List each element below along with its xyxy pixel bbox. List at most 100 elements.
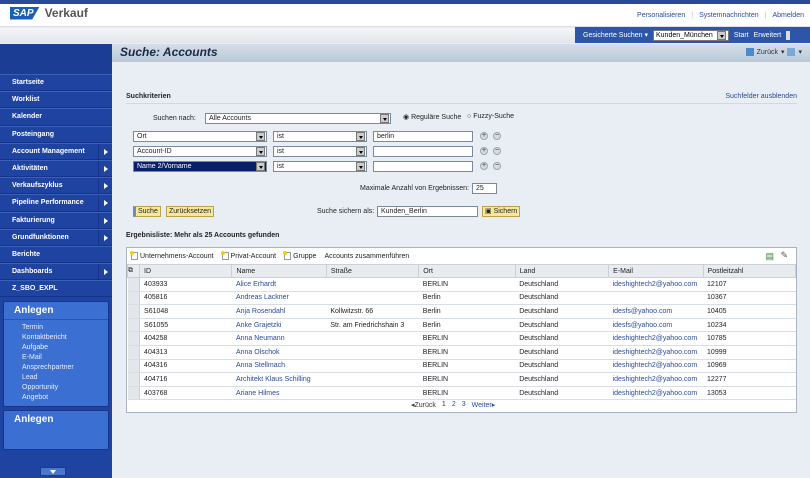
back-icon[interactable]	[745, 48, 754, 56]
advanced-button[interactable]: Erweitert	[754, 32, 782, 39]
remove-row-icon[interactable]: −	[493, 162, 501, 170]
search-button[interactable]: Suche	[133, 206, 161, 217]
column-header[interactable]: Straße	[325, 264, 420, 278]
sidebar-item-startseite[interactable]: Startseite	[0, 74, 112, 92]
save-button[interactable]: ▣ Sichern	[482, 206, 521, 217]
start-button[interactable]: Start	[734, 32, 749, 39]
chevron-right-icon[interactable]	[98, 160, 112, 177]
add-row-icon[interactable]: +	[480, 132, 488, 140]
pager-next[interactable]: Weiter▸	[472, 401, 496, 409]
sidebar-item-berichte[interactable]: Berichte	[0, 245, 112, 264]
sidebar-item-grundfunktionen[interactable]: Grundfunktionen	[0, 228, 112, 246]
sidebar-item-z-sbo-expl[interactable]: Z_SBO_EXPL	[0, 280, 112, 298]
personalize-link[interactable]: Personalisieren	[637, 12, 685, 19]
forward-icon[interactable]	[787, 48, 796, 56]
cell-name[interactable]: Anna Olschok	[231, 345, 327, 360]
cell-e-mail[interactable]: ideshightech2@yahoo.com	[608, 345, 704, 360]
tool-privat-account[interactable]: Privat-Account	[220, 251, 276, 260]
row-selector[interactable]	[127, 359, 141, 374]
row-selector[interactable]	[127, 318, 141, 333]
row-selector[interactable]	[127, 345, 141, 360]
row-selector[interactable]	[127, 291, 141, 306]
cell-name[interactable]: Architekt Klaus Schilling	[231, 372, 327, 387]
cell-e-mail[interactable]: ideshightech2@yahoo.com	[608, 331, 704, 346]
row-selector[interactable]	[127, 277, 141, 292]
row-selector[interactable]	[127, 304, 141, 319]
fuzzy-search-radio[interactable]: ○ Fuzzy-Suche	[467, 113, 514, 120]
criteria-operator-select[interactable]: ist	[273, 146, 367, 157]
pager-page[interactable]: 3	[462, 401, 466, 409]
sidebar-item-aktivit-ten[interactable]: Aktivitäten	[0, 159, 112, 178]
cell-e-mail[interactable]: ideshightech2@yahoo.com	[608, 359, 704, 374]
criteria-operator-select[interactable]: ist	[273, 161, 367, 172]
pager-prev[interactable]: ◂Zurück	[411, 401, 436, 409]
create-link[interactable]: Lead	[4, 372, 108, 382]
create-link[interactable]: E-Mail	[4, 352, 108, 362]
cell-e-mail[interactable]: ideshightech2@yahoo.com	[608, 277, 704, 292]
tool-gruppe[interactable]: Gruppe	[283, 251, 316, 260]
sidebar-item-pipeline-performance[interactable]: Pipeline Performance	[0, 194, 112, 212]
cell-name[interactable]: Anna Stellmach	[231, 359, 327, 374]
max-results-input[interactable]: 25	[472, 183, 497, 194]
sidebar-item-kalender[interactable]: Kalender	[0, 108, 112, 126]
column-header[interactable]: Postleitzahl	[702, 264, 797, 278]
system-messages-link[interactable]: Systemnachrichten	[699, 12, 759, 19]
cell-e-mail[interactable]: ideshightech2@yahoo.com	[608, 386, 704, 401]
sidebar-item-account-management[interactable]: Account Management	[0, 142, 112, 160]
cell-e-mail[interactable]	[608, 291, 704, 306]
cell-name[interactable]: Andreas Lackner	[231, 291, 327, 306]
criteria-value-input[interactable]	[373, 161, 473, 172]
criteria-field-select[interactable]: Name 2/Vorname	[133, 161, 267, 172]
create-link[interactable]: Ansprechpartner	[4, 362, 108, 372]
cell-e-mail[interactable]: idesfs@yahoo.com	[608, 304, 704, 319]
pager-page[interactable]: 1	[442, 401, 446, 409]
criteria-value-input[interactable]	[373, 146, 473, 157]
add-row-icon[interactable]: +	[480, 162, 488, 170]
cell-e-mail[interactable]: ideshightech2@yahoo.com	[608, 372, 704, 387]
remove-row-icon[interactable]: −	[493, 132, 501, 140]
criteria-value-input[interactable]: berlin	[373, 131, 473, 142]
sidebar-item-dashboards[interactable]: Dashboards	[0, 263, 112, 281]
back-button[interactable]: Zurück	[757, 49, 778, 56]
tool-accounts-zusammenf-hren[interactable]: Accounts zusammenführen	[324, 253, 409, 260]
saved-search-select[interactable]: Kunden_München	[653, 29, 729, 41]
criteria-field-select[interactable]: Ort	[133, 131, 267, 142]
hide-fields-link[interactable]: Suchfelder ausblenden	[725, 93, 797, 100]
sidebar-item-worklist[interactable]: Worklist	[0, 91, 112, 109]
edit-pencil-icon[interactable]: ✎	[780, 250, 788, 261]
pager-page[interactable]: 2	[452, 401, 456, 409]
sidebar-scroll-down-button[interactable]	[40, 467, 66, 476]
row-selector[interactable]	[127, 372, 141, 387]
export-icon[interactable]: ▤	[765, 251, 774, 262]
cell-e-mail[interactable]: idesfs@yahoo.com	[608, 318, 704, 333]
column-header[interactable]: E-Mail	[608, 264, 704, 278]
tool-unternehmens-account[interactable]: Unternehmens-Account	[130, 251, 214, 260]
select-all-icon[interactable]: ⧉	[126, 264, 141, 278]
criteria-field-select[interactable]: Account-ID	[133, 146, 267, 157]
cell-name[interactable]: Alice Erhardt	[231, 277, 327, 292]
create-link[interactable]: Kontaktbericht	[4, 332, 108, 342]
chevron-right-icon[interactable]	[98, 264, 112, 281]
chevron-right-icon[interactable]	[98, 143, 112, 160]
cell-name[interactable]: Anna Neumann	[231, 331, 327, 346]
create-link[interactable]: Angebot	[4, 392, 108, 402]
row-selector[interactable]	[127, 331, 141, 346]
chevron-right-icon[interactable]	[98, 195, 112, 212]
info-icon[interactable]	[786, 30, 791, 40]
cell-name[interactable]: Ariane Hilmes	[231, 386, 327, 401]
criteria-operator-select[interactable]: ist	[273, 131, 367, 142]
create-link[interactable]: Termin	[4, 322, 108, 332]
cell-name[interactable]: Anke Grajetzki	[231, 318, 327, 333]
sidebar-item-fakturierung[interactable]: Fakturierung	[0, 211, 112, 229]
create-link[interactable]: Aufgabe	[4, 342, 108, 352]
chevron-right-icon[interactable]	[98, 178, 112, 195]
remove-row-icon[interactable]: −	[493, 147, 501, 155]
column-header[interactable]: Ort	[418, 264, 516, 278]
search-for-select[interactable]: Alle Accounts	[205, 113, 391, 124]
regular-search-radio[interactable]: ◉ Reguläre Suche	[403, 113, 461, 121]
logout-link[interactable]: Abmelden	[772, 12, 804, 19]
create-link[interactable]: Opportunity	[4, 382, 108, 392]
cell-name[interactable]: Anja Rosendahl	[231, 304, 327, 319]
column-header[interactable]: Name	[231, 264, 327, 278]
row-selector[interactable]	[127, 386, 141, 401]
